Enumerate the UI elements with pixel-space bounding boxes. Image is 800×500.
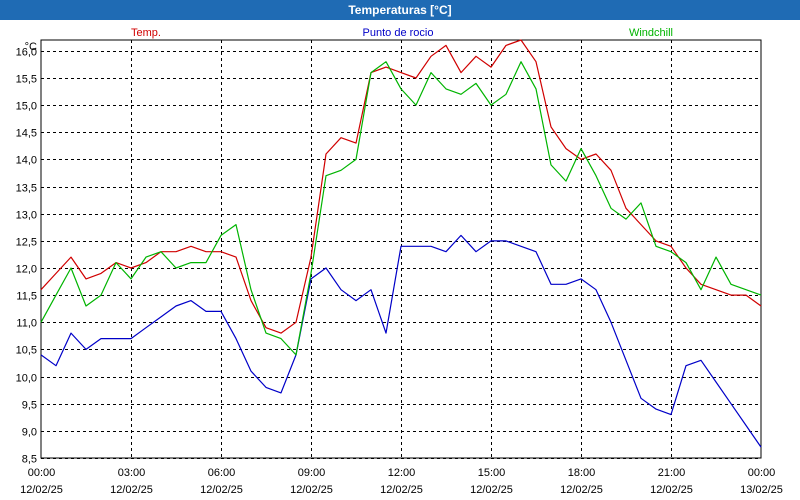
x-tick-date: 12/02/25 (290, 484, 333, 496)
y-tick-label: 9,5 (22, 400, 37, 412)
y-tick-label: 11,0 (16, 318, 37, 330)
legend-entry: Windchill (629, 27, 673, 39)
x-tick-time: 00:00 (748, 467, 776, 479)
legend-entry: Punto de rocio (363, 27, 434, 39)
y-tick-label: 8,5 (22, 454, 37, 466)
x-tick-date: 12/02/25 (560, 484, 603, 496)
y-tick-label: 13,0 (16, 210, 37, 222)
x-tick-time: 18:00 (568, 467, 596, 479)
y-tick-label: 15,5 (16, 74, 37, 86)
x-tick-time: 09:00 (298, 467, 326, 479)
y-axis-label: °C (25, 41, 37, 53)
chart-title: Temperaturas [°C] (0, 0, 800, 20)
x-tick-date: 12/02/25 (380, 484, 423, 496)
x-tick-date: 12/02/25 (470, 484, 513, 496)
y-tick-label: 15,0 (16, 101, 37, 113)
legend-entry: Temp. (131, 27, 161, 39)
y-tick-label: 10,0 (16, 373, 37, 385)
x-tick-date: 12/02/25 (110, 484, 153, 496)
x-tick-time: 06:00 (208, 467, 236, 479)
x-tick-date: 12/02/25 (20, 484, 63, 496)
x-tick-date: 12/02/25 (200, 484, 243, 496)
y-tick-label: 14,0 (16, 155, 37, 167)
temperature-chart: 8,5 9,0 9,5 10,0 10,5 11,0 11,5 12,0 12,5 13,0 13,… (16, 27, 783, 496)
x-tick-time: 00:00 (28, 467, 56, 479)
x-tick-time: 15:00 (478, 467, 506, 479)
x-tick-time: 03:00 (118, 467, 146, 479)
y-tick-label: 14,5 (16, 128, 37, 140)
y-tick-label: 12,5 (16, 237, 37, 249)
y-tick-label: 11,5 (16, 291, 37, 303)
x-tick-time: 12:00 (388, 467, 416, 479)
y-tick-label: 12,0 (16, 264, 37, 276)
x-tick-time: 21:00 (658, 467, 686, 479)
y-tick-label: 13,5 (16, 183, 37, 195)
y-tick-label: 9,0 (22, 427, 37, 439)
y-tick-label: 10,5 (16, 345, 37, 357)
x-tick-date: 13/02/25 (740, 484, 783, 496)
x-tick-date: 12/02/25 (650, 484, 693, 496)
